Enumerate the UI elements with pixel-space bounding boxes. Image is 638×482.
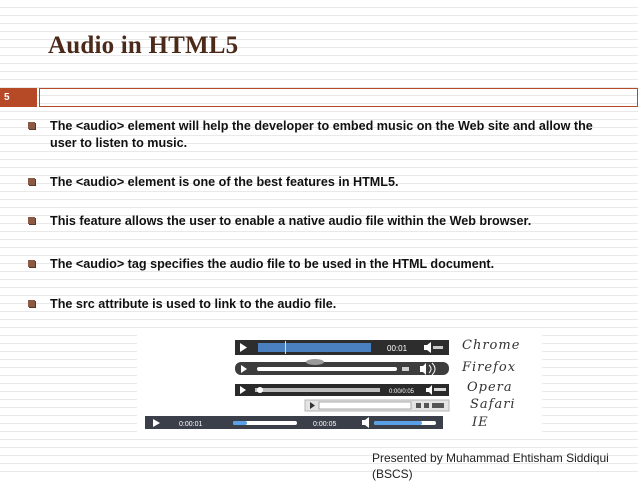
- bullet-item: The <audio> element is one of the best f…: [22, 174, 399, 191]
- safari-player: [304, 399, 450, 412]
- firefox-label: Firefox: [462, 360, 517, 375]
- safari-progress-track: [318, 401, 412, 410]
- chrome-label: Chrome: [462, 338, 521, 353]
- opera-player: 0:00/0:05: [235, 384, 449, 396]
- ie-time-elapsed: 0:00:01: [179, 421, 202, 428]
- opera-label: Opera: [467, 380, 513, 395]
- bullet-text: The src attribute is used to link to the…: [50, 297, 337, 311]
- bullet-marker-icon: [28, 260, 35, 267]
- slide-title: Audio in HTML5: [48, 32, 239, 59]
- bullet-text: The <audio> element is one of the best f…: [50, 175, 399, 189]
- presenter-name: Presented by Muhammad Ehtisham Siddiqui: [372, 451, 609, 465]
- bullet-item: The <audio> element will help the develo…: [22, 118, 622, 152]
- chrome-time: 00:01: [387, 344, 408, 353]
- bullet-item: The src attribute is used to link to the…: [22, 296, 336, 313]
- bullet-item: The <audio> tag specifies the audio file…: [22, 256, 494, 273]
- bullet-text: The <audio> element will help the develo…: [50, 119, 593, 150]
- bullet-marker-icon: [28, 178, 35, 185]
- bullet-item: This feature allows the user to enable a…: [22, 213, 531, 230]
- bullet-marker-icon: [28, 217, 35, 224]
- chrome-progress-track: [258, 343, 371, 352]
- slide-number: 5: [0, 88, 37, 107]
- ie-time-total: 0:00:05: [313, 421, 336, 428]
- bullet-marker-icon: [28, 122, 35, 129]
- bullet-text: The <audio> tag specifies the audio file…: [50, 257, 495, 271]
- ie-label: IE: [472, 415, 489, 430]
- presenter-credit: Presented by Muhammad Ehtisham Siddiqui …: [372, 450, 609, 482]
- opera-time: 0:00/0:05: [389, 389, 415, 395]
- safari-label: Safari: [470, 397, 516, 412]
- chrome-cursor: [285, 341, 286, 354]
- ie-player: 0:00:01 0:00:05: [145, 416, 443, 429]
- audio-players-image: 00:01 0:00/0:05 0:00:01 0:00:05 Chrome F…: [137, 330, 542, 432]
- firefox-progress-track: [257, 367, 397, 371]
- opera-progress-track: [255, 388, 380, 392]
- bullet-marker-icon: [28, 300, 35, 307]
- bullet-text: This feature allows the user to enable a…: [50, 214, 532, 228]
- title-rule: [39, 88, 638, 107]
- presenter-degree: (BSCS): [372, 467, 413, 481]
- firefox-player: [235, 359, 449, 376]
- chrome-player: 00:01: [235, 340, 449, 355]
